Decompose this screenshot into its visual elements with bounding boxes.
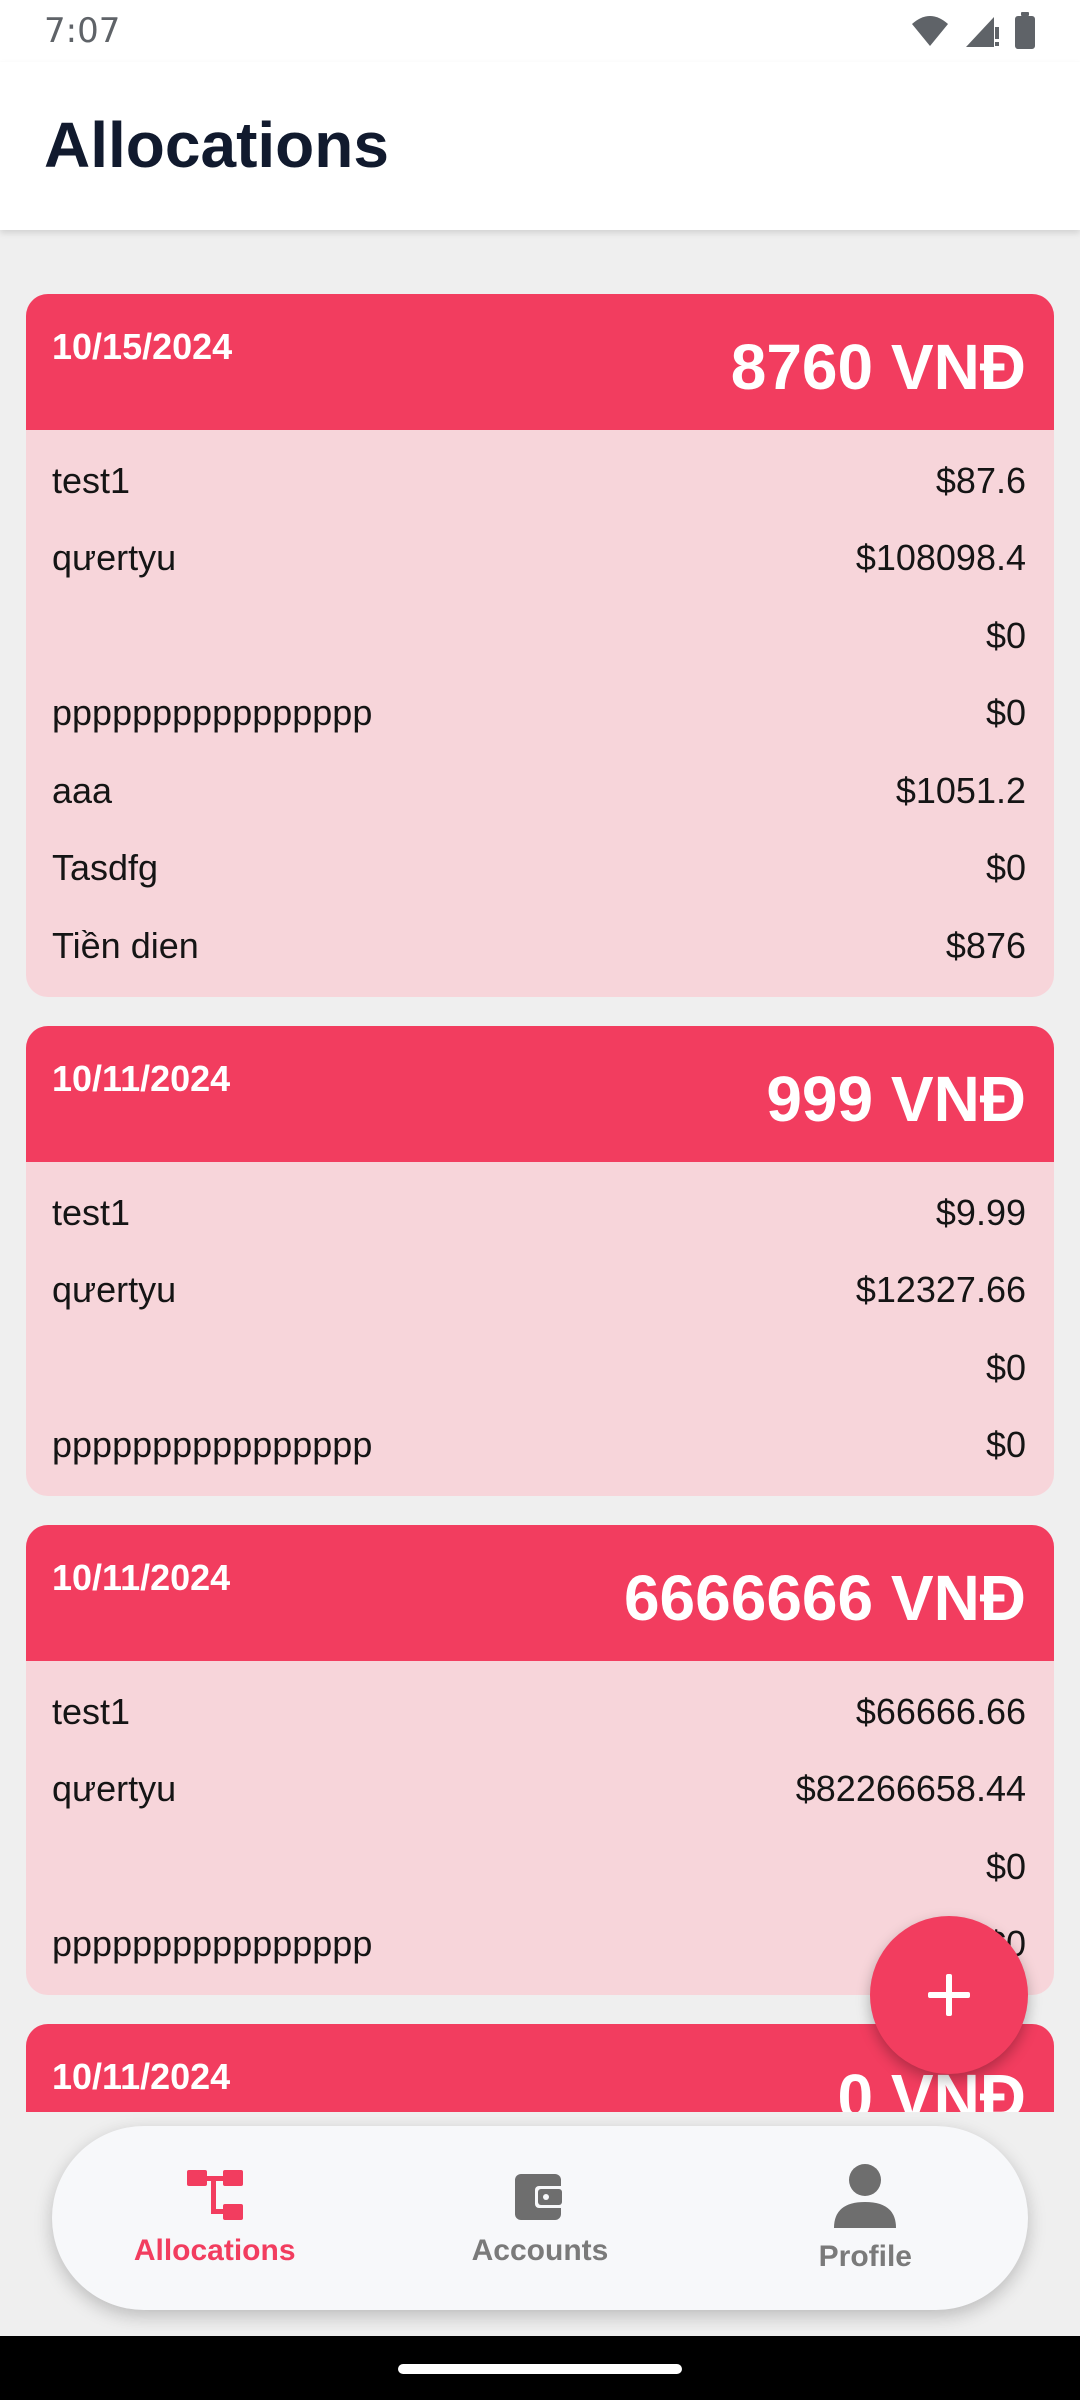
allocation-card[interactable]: 10/11/2024 6666666 VNĐ test1 $66666.66 qư…	[26, 1525, 1054, 1995]
card-date: 10/11/2024	[52, 2056, 231, 2097]
app-bar: Allocations	[0, 62, 1080, 230]
nav-item-allocations[interactable]: Allocations	[52, 2126, 377, 2310]
allocation-row: test1 $66666.66	[52, 1673, 1026, 1751]
allocations-icon	[186, 2170, 243, 2220]
nav-label-profile: Profile	[818, 2240, 912, 2273]
plus-icon	[928, 1974, 970, 2016]
allocation-row: pppppppppppppppp $0	[52, 675, 1026, 753]
row-name: qưertyu	[52, 1269, 177, 1311]
row-amount: $0	[985, 1845, 1026, 1887]
status-time: 7:07	[44, 11, 121, 51]
card-rows: test1 $87.6 qưertyu $108098.4 $0 ppppppppp…	[26, 430, 1054, 997]
wallet-icon	[514, 2174, 565, 2220]
allocation-row: qưertyu $12327.66	[52, 1252, 1026, 1330]
allocation-row: test1 $87.6	[52, 442, 1026, 520]
person-icon	[834, 2164, 897, 2228]
nav-label-accounts: Accounts	[471, 2234, 609, 2267]
allocation-row: $0	[52, 597, 1026, 675]
row-name: qưertyu	[52, 1768, 177, 1810]
card-header: 10/11/2024 6666666 VNĐ	[26, 1525, 1054, 1661]
home-gesture-handle[interactable]	[398, 2364, 682, 2374]
bottom-navigation: Allocations Accounts Profile	[52, 2126, 1028, 2310]
row-amount: $82266658.44	[795, 1768, 1026, 1810]
row-name: qưertyu	[52, 537, 177, 579]
row-name: test1	[52, 459, 131, 501]
row-name: pppppppppppppppp	[52, 692, 373, 734]
row-name: test1	[52, 1191, 131, 1233]
status-icons	[910, 12, 1036, 50]
card-total: 999 VNĐ	[766, 1063, 1026, 1135]
row-amount: $108098.4	[855, 537, 1026, 579]
card-date: 10/15/2024	[52, 326, 233, 367]
card-rows: test1 $9.99 qưertyu $12327.66 $0 ppppppppp…	[26, 1162, 1054, 1496]
row-amount: $1051.2	[895, 769, 1026, 811]
row-amount: $9.99	[935, 1191, 1026, 1233]
card-header: 10/15/2024 8760 VNĐ	[26, 294, 1054, 430]
allocation-row: Tiền dien $876	[52, 907, 1026, 985]
row-name: Tiền dien	[52, 924, 199, 966]
card-date: 10/11/2024	[52, 1557, 231, 1598]
row-amount: $0	[985, 692, 1026, 734]
row-amount: $0	[985, 614, 1026, 656]
row-amount: $0	[985, 1424, 1026, 1466]
allocation-row: qưertyu $108098.4	[52, 520, 1026, 598]
row-name: pppppppppppppppp	[52, 1923, 373, 1965]
row-amount: $0	[985, 1346, 1026, 1388]
row-amount: $66666.66	[855, 1690, 1026, 1732]
row-amount: $876	[945, 924, 1026, 966]
page-title: Allocations	[44, 109, 389, 181]
row-amount: $0	[985, 847, 1026, 889]
cellular-icon	[966, 17, 999, 47]
row-name: Tasdfg	[52, 847, 159, 889]
row-amount: $12327.66	[855, 1269, 1026, 1311]
card-total: 6666666 VNĐ	[623, 1562, 1026, 1634]
wifi-icon	[912, 16, 948, 46]
row-amount: $87.6	[935, 459, 1026, 501]
add-allocation-button[interactable]	[870, 1916, 1028, 2074]
allocation-row: Tasdfg $0	[52, 830, 1026, 908]
allocation-card[interactable]: 10/15/2024 8760 VNĐ test1 $87.6 qưertyu $1…	[26, 294, 1054, 997]
allocation-row: pppppppppppppppp $0	[52, 1407, 1026, 1485]
allocation-row: aaa $1051.2	[52, 752, 1026, 830]
card-date: 10/11/2024	[52, 1058, 231, 1099]
card-header: 10/11/2024 999 VNĐ	[26, 1026, 1054, 1162]
battery-icon	[1015, 12, 1035, 49]
card-total: 8760 VNĐ	[730, 331, 1026, 403]
nav-label-allocations: Allocations	[133, 2234, 296, 2267]
screen: 7:07 Allocations 10/15/2024 8760 VNĐ tes…	[0, 0, 1080, 2400]
allocations-list[interactable]: 10/15/2024 8760 VNĐ test1 $87.6 qưertyu $1…	[0, 230, 1080, 2112]
allocation-card[interactable]: 10/11/2024 999 VNĐ test1 $9.99 qưertyu $12…	[26, 1026, 1054, 1496]
status-bar: 7:07	[0, 0, 1080, 62]
nav-item-profile[interactable]: Profile	[703, 2126, 1028, 2310]
nav-item-accounts[interactable]: Accounts	[377, 2126, 702, 2310]
allocation-row: $0	[52, 1329, 1026, 1407]
system-navigation-bar	[0, 2336, 1080, 2400]
allocation-row: test1 $9.99	[52, 1174, 1026, 1252]
allocation-row: qưertyu $82266658.44	[52, 1751, 1026, 1829]
row-name: test1	[52, 1690, 131, 1732]
allocation-row: $0	[52, 1828, 1026, 1906]
row-name: aaa	[52, 769, 113, 811]
row-name: pppppppppppppppp	[52, 1424, 373, 1466]
